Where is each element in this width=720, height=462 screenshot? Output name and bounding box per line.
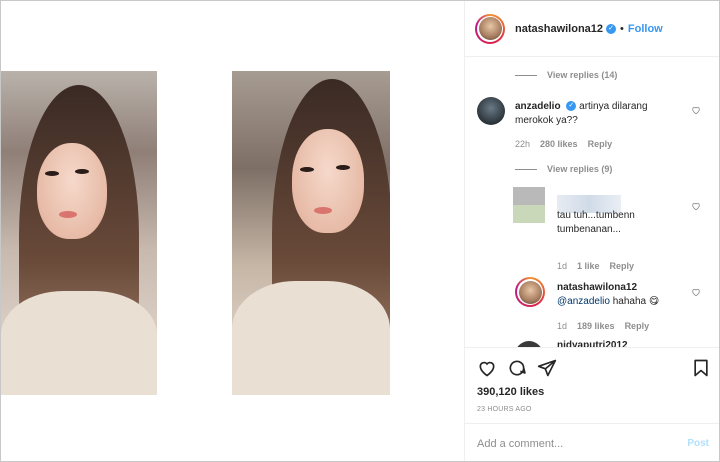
add-comment-bar: Post: [465, 423, 719, 461]
like-reply-heart-icon[interactable]: [691, 201, 701, 211]
reply-username[interactable]: natashawilona12: [557, 282, 637, 293]
post-timestamp[interactable]: 23 HOURS AGO: [477, 406, 532, 413]
verified-badge-icon: ✓: [566, 101, 577, 112]
comment-time[interactable]: 22h: [515, 139, 530, 149]
comment-icon[interactable]: [507, 358, 527, 378]
reply-meta: 1d 1 like Reply: [557, 261, 634, 271]
instagram-post-window: natashawilona12 ✓ • Follow View replies …: [0, 0, 720, 462]
reply-body: tau tuh...tumbenn tumbenanan...: [557, 210, 635, 235]
view-replies-label-1: View replies (14): [547, 70, 618, 80]
reply-likes[interactable]: 189 likes: [577, 321, 615, 331]
reply-text: natashawilona12 @anzadelio hahaha 😋: [557, 281, 687, 309]
post-actions: 390,120 likes 23 HOURS AGO: [465, 347, 719, 423]
like-comment-heart-icon[interactable]: [691, 105, 701, 115]
comment-input[interactable]: [477, 437, 667, 450]
author-avatar[interactable]: [475, 13, 505, 44]
commenter-avatar[interactable]: [477, 97, 505, 125]
comment-item: anzadelio ✓ artinya dilarang merokok ya?…: [465, 97, 719, 157]
reply-meta: 1d 189 likes Reply: [557, 321, 649, 331]
reply-author-avatar[interactable]: [515, 277, 545, 307]
reply-text: tau tuh...tumbenn tumbenanan...: [557, 209, 647, 237]
likes-count[interactable]: 390,120 likes: [477, 386, 544, 398]
reply-likes[interactable]: 1 like: [577, 261, 600, 271]
author-username[interactable]: natashawilona12: [515, 23, 603, 35]
reply-reply-button[interactable]: Reply: [610, 261, 635, 271]
comment-meta: 22h 280 likes Reply: [515, 139, 612, 149]
like-reply-heart-icon[interactable]: [691, 287, 701, 297]
reply-body: hahaha 😋: [612, 296, 660, 307]
share-icon[interactable]: [537, 358, 557, 378]
post-header: natashawilona12 ✓ • Follow: [465, 1, 719, 57]
reply-mention[interactable]: @anzadelio: [557, 296, 610, 307]
comment-text: anzadelio ✓ artinya dilarang merokok ya?…: [515, 100, 685, 128]
reply-username-partial: nidyaputri2012: [557, 340, 628, 347]
reply-time[interactable]: 1d: [557, 321, 567, 331]
post-media[interactable]: [1, 1, 465, 461]
post-photo-left: [1, 71, 157, 395]
reply-item: natashawilona12 @anzadelio hahaha 😋 1d 1…: [465, 277, 719, 337]
reply-reply-button[interactable]: Reply: [625, 321, 650, 331]
post-sidebar: natashawilona12 ✓ • Follow View replies …: [465, 1, 719, 461]
reply-time[interactable]: 1d: [557, 261, 567, 271]
comment-reply-button[interactable]: Reply: [588, 139, 613, 149]
post-photo-right: [232, 71, 390, 395]
commenter-username[interactable]: anzadelio: [515, 101, 561, 112]
follow-button[interactable]: Follow: [628, 23, 663, 35]
verified-badge-icon: ✓: [606, 23, 617, 34]
header-separator: •: [620, 22, 624, 35]
heart-icon[interactable]: [477, 358, 497, 378]
view-replies-button-2[interactable]: View replies (9): [515, 164, 612, 174]
reply-item: tau tuh...tumbenn tumbenanan... 1d 1 lik…: [465, 187, 719, 273]
bookmark-icon[interactable]: [691, 358, 711, 378]
post-comment-button[interactable]: Post: [687, 438, 709, 449]
view-replies-label-2: View replies (9): [547, 164, 613, 174]
comments-list[interactable]: View replies (14) anzadelio ✓ artinya di…: [465, 57, 719, 347]
comment-likes[interactable]: 280 likes: [540, 139, 578, 149]
blurred-avatar: [513, 187, 545, 223]
view-replies-button-1[interactable]: View replies (14): [515, 70, 617, 80]
